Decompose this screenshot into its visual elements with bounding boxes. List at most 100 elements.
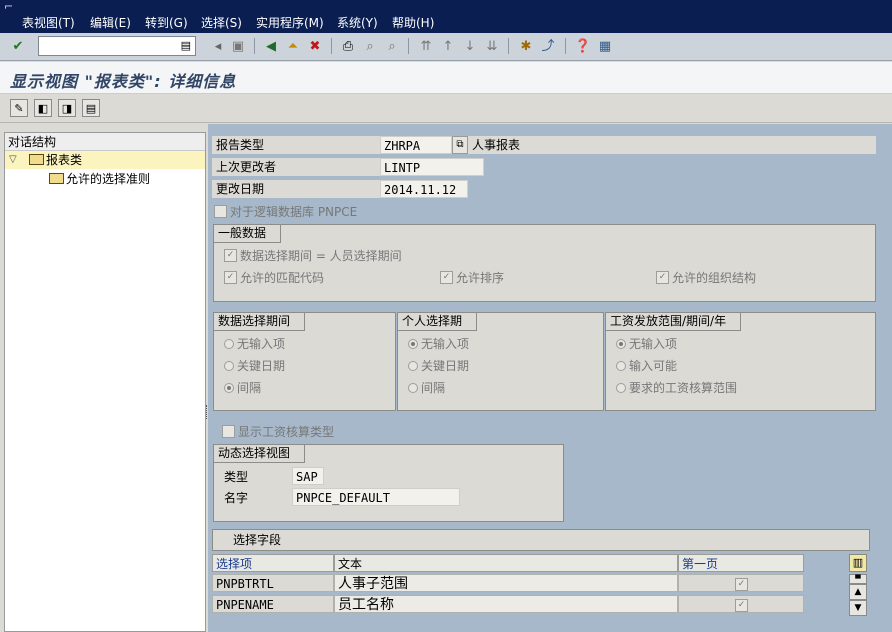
checkbox-icon[interactable]: ✓ [224,271,237,284]
detail-pane: 报告类型 ZHRPA ⧉ 人事报表 上次更改者 LINTP 更改日期 2014.… [208,124,892,632]
menu-table-view[interactable]: 表视图(T) [22,14,75,31]
radio-icon[interactable] [224,382,234,393]
tree-node-report-class[interactable]: ▽ 报表类 [5,151,205,169]
checkbox-icon[interactable]: ✓ [440,271,453,284]
data-period-checkbox[interactable]: ✓ 数据选择期间 = 人员选择期间 [224,247,402,265]
org-structure-checkbox[interactable]: ✓ 允许的组织结构 [656,269,756,287]
table-settings-icon[interactable]: ▥ [849,554,867,572]
pa-input-possible-radio[interactable]: 输入可能 [616,357,677,375]
radio-label: 要求的工资核算范围 [629,381,738,395]
save-icon[interactable]: ▣ [229,37,247,55]
previous-entry-icon[interactable]: ◧ [34,99,52,117]
scroll-up-icon[interactable]: ▲ [849,584,867,600]
radio-label: 无输入项 [629,337,678,351]
history-dropdown-icon[interactable]: ▤ [181,39,191,52]
column-header-first-page[interactable]: 第一页 [678,554,804,572]
menu-selection[interactable]: 选择(S) [201,14,242,31]
name-label: 名字 [224,491,249,505]
new-session-icon[interactable]: ✱ [517,37,535,55]
shortcut-icon[interactable]: ⤴ [539,37,557,55]
radio-icon[interactable] [616,338,626,349]
scroll-down-icon[interactable]: ▼ [849,600,867,616]
column-header-text[interactable]: 文本 [334,554,678,572]
command-field[interactable]: ▤ [38,36,196,56]
splitter-handle[interactable] [206,405,208,419]
variant-icon[interactable]: ▤ [82,99,100,117]
tree-node-label: 允许的选择准则 [66,172,151,186]
logical-db-label: 对于逻辑数据库 PNPCE [230,205,358,219]
show-payroll-type-label: 显示工资核算类型 [238,425,335,439]
group-title: 数据选择期间 [214,313,306,331]
last-page-icon[interactable]: ⇊ [483,37,501,55]
match-codes-label: 允许的匹配代码 [240,271,325,285]
table-cell-field: PNPENAME [212,595,334,613]
find-next-icon[interactable]: ⌕ [383,37,401,55]
previous-page-icon[interactable]: ↑ [439,37,457,55]
application-toolbar: ✎ ◧ ◨ ▤ [0,95,892,123]
checkbox-icon[interactable] [222,425,235,438]
radio-icon[interactable] [616,382,626,393]
column-header-field[interactable]: 选择项 [212,554,334,572]
radio-label: 输入可能 [629,359,678,373]
checkbox-icon[interactable]: ✓ [735,599,748,612]
name-field: PNPCE_DEFAULT [292,488,460,506]
layout-menu-icon[interactable]: ▦ [596,37,614,55]
radio-icon[interactable] [408,360,418,371]
menu-utilities[interactable]: 实用程序(M) [256,14,324,31]
tree-node-allowed-criteria[interactable]: 允许的选择准则 [5,170,205,188]
page-title: 显示视图 "报表类": 详细信息 [10,72,237,91]
menu-system[interactable]: 系统(Y) [337,14,378,31]
system-menu-icon[interactable]: ⌐ [4,0,13,13]
checkbox-icon[interactable]: ✓ [224,249,237,262]
psp-interval-radio[interactable]: 间隔 [408,379,445,397]
changed-on-label: 更改日期 [212,180,380,198]
next-page-icon[interactable]: ↓ [461,37,479,55]
table-cell-text: 员工名称 [334,595,678,613]
exit-icon[interactable]: ⏶ [284,37,302,55]
menu-edit[interactable]: 编辑(E) [90,14,131,31]
report-type-description: 人事报表 [468,136,876,154]
selection-fields-title: 选择字段 [212,529,870,551]
show-payroll-type-checkbox[interactable]: 显示工资核算类型 [222,423,334,441]
folder-icon [49,173,64,184]
find-icon[interactable]: ⌕ [361,37,379,55]
sorting-checkbox[interactable]: ✓ 允许排序 [440,269,504,287]
checkbox-icon[interactable]: ✓ [735,578,748,591]
radio-icon[interactable] [224,360,234,371]
radio-icon[interactable] [616,360,626,371]
expand-triangle-icon[interactable]: ▽ [9,151,17,169]
menu-goto[interactable]: 转到(G) [145,14,188,31]
radio-icon[interactable] [408,338,418,349]
psp-key-date-radio[interactable]: 关键日期 [408,357,469,375]
details-icon[interactable]: ⧉ [452,136,468,154]
logical-db-checkbox[interactable]: 对于逻辑数据库 PNPCE [214,203,357,221]
scroll-top-icon[interactable]: ▀ [849,574,867,584]
cancel-icon[interactable]: ✖ [306,37,324,55]
menu-help[interactable]: 帮助(H) [392,14,434,31]
dsp-key-date-radio[interactable]: 关键日期 [224,357,285,375]
radio-icon[interactable] [224,338,234,349]
back-icon[interactable]: ◀ [262,37,280,55]
print-icon[interactable]: ⎙ [339,37,357,55]
enter-check-icon[interactable]: ✔ [9,37,27,55]
group-title: 一般数据 [214,225,282,243]
pa-required-radio[interactable]: 要求的工资核算范围 [616,379,737,397]
radio-label: 无输入项 [421,337,470,351]
first-page-icon[interactable]: ⇈ [417,37,435,55]
table-cell-first-page[interactable]: ✓ [678,595,804,613]
psp-no-input-radio[interactable]: 无输入项 [408,335,469,353]
checkbox-icon[interactable] [214,205,227,218]
table-cell-first-page[interactable]: ✓ [678,574,804,592]
back-arrow-icon[interactable]: ◂ [209,37,227,55]
radio-icon[interactable] [408,382,418,393]
next-entry-icon[interactable]: ◨ [58,99,76,117]
sorting-label: 允许排序 [456,271,505,285]
pa-no-input-radio[interactable]: 无输入项 [616,335,677,353]
dsp-interval-radio[interactable]: 间隔 [224,379,261,397]
display-change-icon[interactable]: ✎ [10,99,28,117]
help-icon[interactable]: ❓ [574,37,592,55]
match-codes-checkbox[interactable]: ✓ 允许的匹配代码 [224,269,324,287]
checkbox-icon[interactable]: ✓ [656,271,669,284]
report-type-label: 报告类型 [212,136,380,154]
dsp-no-input-radio[interactable]: 无输入项 [224,335,285,353]
